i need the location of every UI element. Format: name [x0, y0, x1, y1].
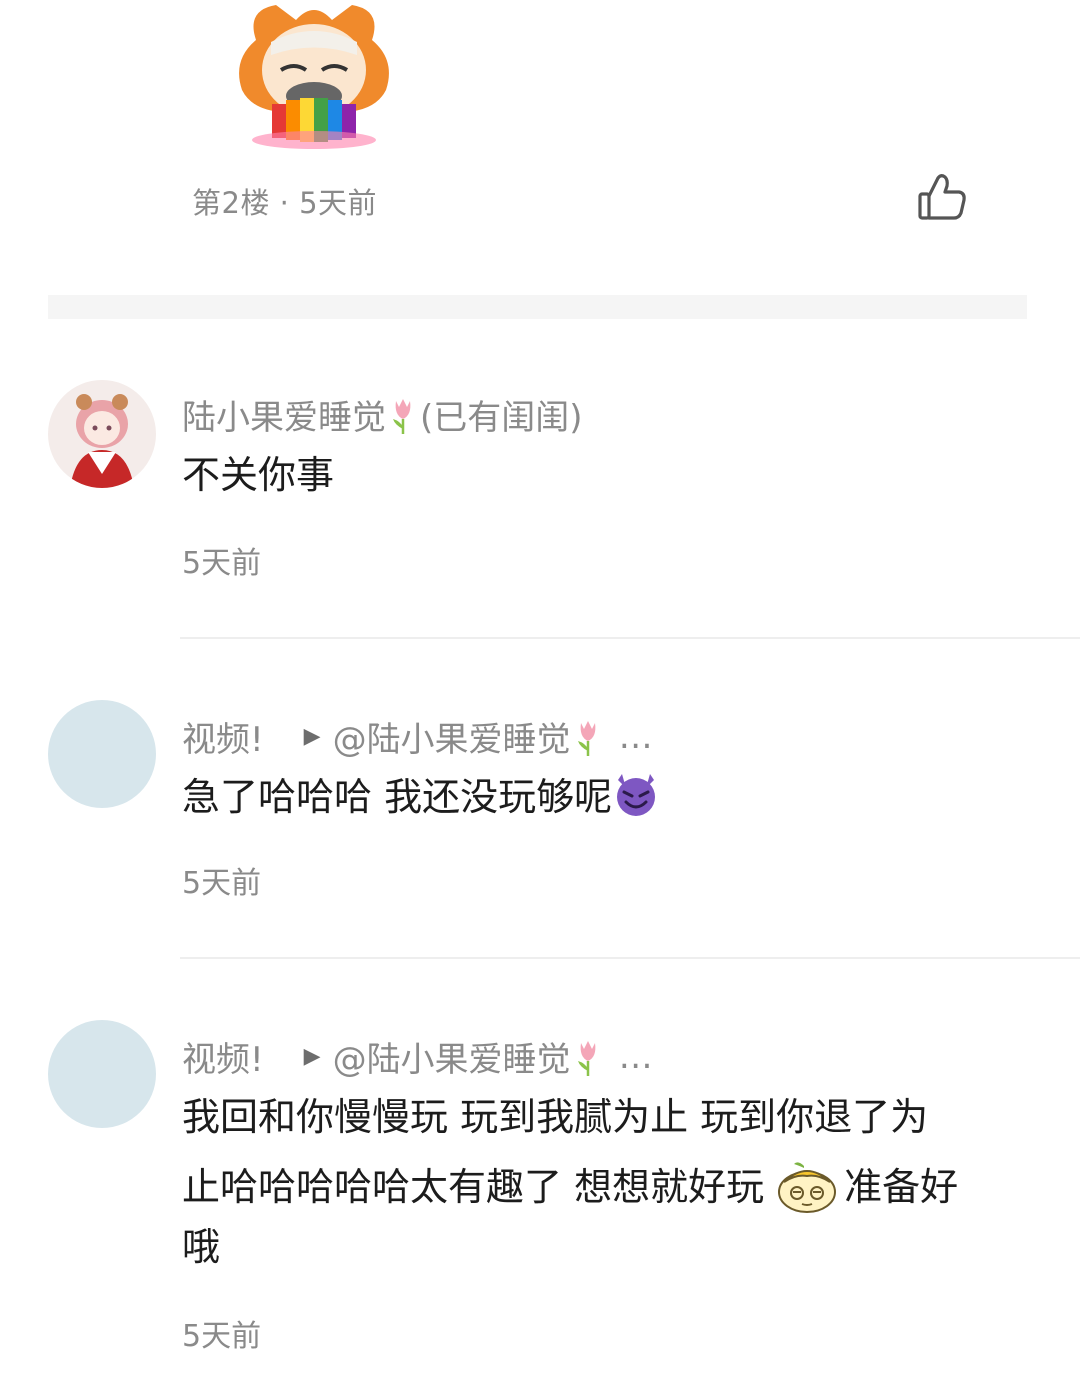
smiling-devil-emoji: [612, 770, 660, 818]
smug-face-sticker: [774, 1160, 840, 1214]
comment-text-wrap: 急了哈哈哈 我还没玩够呢: [182, 762, 660, 832]
tulip-icon: [388, 395, 418, 435]
comment-divider: [180, 957, 1080, 959]
comment-text-line: 哦: [182, 1225, 221, 1269]
comment-time: 5天前: [182, 546, 262, 581]
floor-meta: 第2楼 · 5天前: [192, 186, 378, 220]
comment-time: 5天前: [182, 866, 262, 901]
comment-author-row: 视频! ▶ @陆小果爱睡觉 …: [182, 1032, 653, 1081]
comment-text-segment: 止哈哈哈哈哈太有趣了 想想就好玩: [182, 1165, 765, 1209]
comment-text: 急了哈哈哈 我还没玩够呢: [182, 775, 613, 819]
tulip-icon: [573, 717, 603, 757]
comment-author-row: 视频! ▶ @陆小果爱睡觉 …: [182, 712, 653, 761]
comment-text: 不关你事: [182, 453, 335, 497]
comment-text-line: 止哈哈哈哈哈太有趣了 想想就好玩 准备好: [182, 1152, 1052, 1222]
comment-text-wrap: 我回和你慢慢玩 玩到我腻为止 玩到你退了为 止哈哈哈哈哈太有趣了 想想就好玩 准…: [182, 1082, 1052, 1272]
comment-author-name[interactable]: 视频!: [182, 712, 264, 761]
anime-girl-avatar[interactable]: [48, 380, 156, 488]
section-separator: [48, 295, 1027, 319]
reply-ellipsis: …: [618, 716, 653, 757]
reply-target[interactable]: @陆小果爱睡觉: [333, 712, 571, 761]
play-arrow-icon: ▶: [303, 1044, 321, 1069]
comment-author-name[interactable]: 陆小果爱睡觉: [182, 390, 386, 439]
comment-author-row: 陆小果爱睡觉 (已有闺闺): [182, 390, 583, 439]
comment-text-segment: 准备好: [844, 1165, 959, 1209]
reply-target[interactable]: @陆小果爱睡觉: [333, 1032, 571, 1081]
play-arrow-icon: ▶: [303, 724, 321, 749]
comment-divider: [180, 637, 1080, 639]
reply-ellipsis: …: [618, 1036, 653, 1077]
comment-author-name[interactable]: 视频!: [182, 1032, 264, 1081]
comment-author-suffix: (已有闺闺): [420, 398, 583, 438]
comment-text-line: 我回和你慢慢玩 玩到我腻为止 玩到你退了为: [182, 1095, 929, 1139]
blank-avatar[interactable]: [48, 1020, 156, 1128]
comment-time: 5天前: [182, 1319, 262, 1354]
thumbs-up-icon[interactable]: [914, 170, 970, 226]
rainbow-vomit-sticker: [226, 0, 402, 150]
blank-avatar[interactable]: [48, 700, 156, 808]
tulip-icon: [573, 1037, 603, 1077]
